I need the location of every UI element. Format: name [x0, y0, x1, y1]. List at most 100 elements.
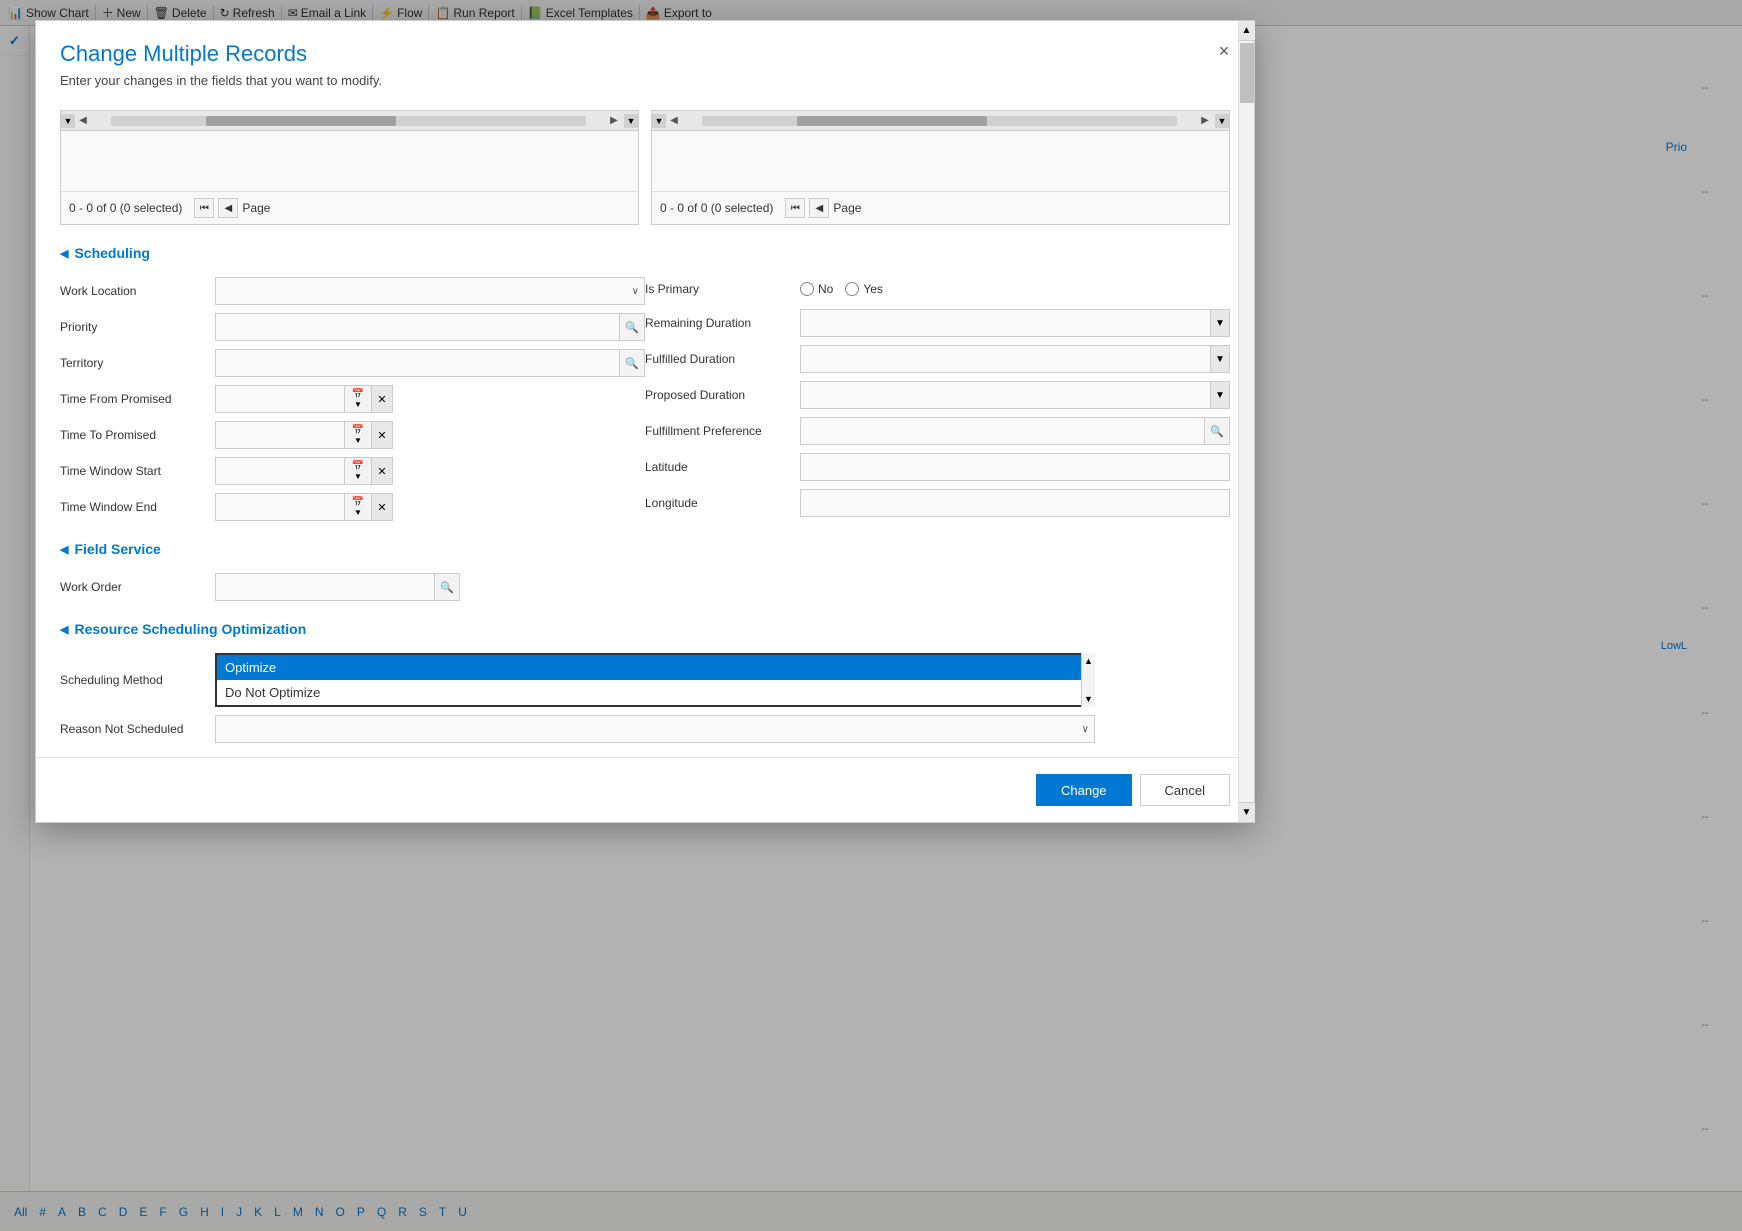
modal-close-button[interactable]: × [1210, 37, 1238, 65]
scheduling-left-col: Work Location ∨ Priority [60, 273, 645, 525]
right-first-page-btn[interactable]: ⏮ [785, 198, 805, 218]
priority-row: Priority 🔍 [60, 309, 645, 345]
is-primary-no-label: No [818, 282, 833, 296]
scheduling-method-control: Optimize Do Not Optimize ▲ ▼ [215, 653, 1230, 707]
time-window-end-label: Time Window End [60, 500, 215, 514]
reason-not-scheduled-label: Reason Not Scheduled [60, 722, 215, 736]
fulfilled-duration-dropdown-btn[interactable]: ▼ [1210, 345, 1230, 373]
remaining-duration-row: Remaining Duration ▼ [645, 305, 1230, 341]
longitude-input[interactable] [800, 489, 1230, 517]
scheduling-option-optimize[interactable]: Optimize [217, 655, 1093, 680]
remaining-duration-dropdown-btn[interactable]: ▼ [1210, 309, 1230, 337]
work-location-control: ∨ [215, 277, 645, 305]
work-order-input[interactable] [215, 573, 435, 601]
right-prev-page-btn[interactable]: ◀ [809, 198, 829, 218]
fulfilled-duration-control: ▼ [800, 345, 1230, 373]
scheduling-section-header[interactable]: ◀ Scheduling [60, 245, 1230, 261]
work-location-select[interactable] [215, 277, 645, 305]
time-window-start-input[interactable] [215, 457, 345, 485]
resource-scheduling-section-header[interactable]: ◀ Resource Scheduling Optimization [60, 621, 1230, 637]
right-scroll-right-arrow[interactable]: ▶ [1197, 113, 1213, 129]
right-panel-pagination: 0 - 0 of 0 (0 selected) ⏮ ◀ Page [652, 191, 1229, 224]
latitude-input[interactable] [800, 453, 1230, 481]
left-scroll-track[interactable] [111, 116, 586, 126]
is-primary-label: Is Primary [645, 282, 800, 296]
modal-title: Change Multiple Records [60, 41, 1230, 67]
left-panel-pagination: 0 - 0 of 0 (0 selected) ⏮ ◀ Page [61, 191, 638, 224]
proposed-duration-row: Proposed Duration ▼ [645, 377, 1230, 413]
scroll-left-arrow[interactable]: ◀ [75, 113, 91, 129]
proposed-duration-input[interactable] [800, 381, 1211, 409]
modal-scrollbar[interactable]: ▲ ▼ [1238, 21, 1254, 822]
right-scroll-left-arrow[interactable]: ◀ [666, 113, 682, 129]
modal-footer: Change Cancel [36, 757, 1254, 822]
chevron-down-icon: ▼ [1215, 354, 1225, 365]
right-page-label: Page [833, 201, 861, 215]
time-window-start-calendar-btn[interactable]: 📅 ▼ [344, 457, 372, 485]
right-scroll-side-left-icon: ▼ [655, 116, 664, 126]
scroll-side-right-btn[interactable]: ▼ [624, 114, 638, 128]
is-primary-yes-option[interactable]: Yes [845, 282, 883, 296]
fulfilled-duration-wrap: ▼ [800, 345, 1230, 373]
right-scroll-side-left-btn[interactable]: ▼ [652, 114, 666, 128]
scroll-side-left-icon: ▼ [64, 116, 73, 126]
time-window-start-clear-btn[interactable]: ✕ [371, 457, 393, 485]
change-button[interactable]: Change [1036, 774, 1132, 806]
scroll-right-arrow[interactable]: ▶ [606, 113, 622, 129]
fulfillment-preference-input[interactable] [800, 417, 1205, 445]
time-to-promised-input[interactable] [215, 421, 345, 449]
field-service-section-header[interactable]: ◀ Field Service [60, 541, 1230, 557]
time-from-promised-clear-btn[interactable]: ✕ [371, 385, 393, 413]
is-primary-yes-radio[interactable] [845, 282, 859, 296]
lookup-panel-right: ▼ ◀ ▶ ▼ 0 - 0 of 0 (0 selected) ⏮ [651, 110, 1230, 225]
longitude-control [800, 489, 1230, 517]
time-from-promised-calendar-btn[interactable]: 📅 ▼ [344, 385, 372, 413]
scheduling-option-do-not-optimize[interactable]: Do Not Optimize [217, 680, 1093, 705]
priority-lookup-btn[interactable]: 🔍 [619, 313, 645, 341]
proposed-duration-dropdown-btn[interactable]: ▼ [1210, 381, 1230, 409]
scheduling-method-dropdown[interactable]: Optimize Do Not Optimize [215, 653, 1095, 707]
territory-input[interactable] [215, 349, 620, 377]
reason-not-scheduled-select[interactable] [215, 715, 1095, 743]
cancel-button[interactable]: Cancel [1140, 774, 1230, 806]
fulfilled-duration-input[interactable] [800, 345, 1211, 373]
time-window-end-calendar-btn[interactable]: 📅 ▼ [344, 493, 372, 521]
time-window-end-row: Time Window End 📅 ▼ ✕ [60, 489, 645, 525]
left-prev-page-btn[interactable]: ◀ [218, 198, 238, 218]
clear-icon: ✕ [377, 429, 386, 442]
scheduling-method-row: Scheduling Method Optimize Do Not Optimi… [60, 649, 1230, 711]
lookup-area: ▼ ◀ ▶ ▼ 0 - 0 of 0 (0 selected) ⏮ [60, 110, 1230, 225]
left-scroll-thumb [206, 116, 396, 126]
time-from-promised-input[interactable] [215, 385, 345, 413]
is-primary-no-option[interactable]: No [800, 282, 833, 296]
priority-input[interactable] [215, 313, 620, 341]
is-primary-no-radio[interactable] [800, 282, 814, 296]
time-window-end-input[interactable] [215, 493, 345, 521]
territory-lookup-btn[interactable]: 🔍 [619, 349, 645, 377]
scroll-side-left-btn[interactable]: ▼ [61, 114, 75, 128]
left-first-page-btn[interactable]: ⏮ [194, 198, 214, 218]
fulfilled-duration-row: Fulfilled Duration ▼ [645, 341, 1230, 377]
left-panel-content [61, 131, 638, 191]
work-order-lookup-btn[interactable]: 🔍 [434, 573, 460, 601]
right-scroll-track[interactable] [702, 116, 1177, 126]
time-to-promised-calendar-btn[interactable]: 📅 ▼ [344, 421, 372, 449]
time-to-promised-label: Time To Promised [60, 428, 215, 442]
latitude-control [800, 453, 1230, 481]
fulfillment-preference-row: Fulfillment Preference 🔍 [645, 413, 1230, 449]
time-to-promised-date-group: 📅 ▼ ✕ [215, 421, 393, 449]
right-panel-scroll-top: ▼ ◀ ▶ ▼ [652, 111, 1229, 131]
scheduling-section-label: Scheduling [74, 245, 149, 261]
chevron-down-icon: ▼ [1215, 390, 1225, 401]
time-window-end-clear-btn[interactable]: ✕ [371, 493, 393, 521]
right-panel-content [652, 131, 1229, 191]
time-to-promised-clear-btn[interactable]: ✕ [371, 421, 393, 449]
time-from-promised-row: Time From Promised 📅 ▼ ✕ [60, 381, 645, 417]
right-scroll-side-right-btn[interactable]: ▼ [1215, 114, 1229, 128]
dropdown-scroll-down-btn[interactable]: ▼ [1082, 691, 1096, 707]
time-window-start-label: Time Window Start [60, 464, 215, 478]
fulfillment-preference-lookup-btn[interactable]: 🔍 [1204, 417, 1230, 445]
scrollbar-down-btn[interactable]: ▼ [1239, 802, 1255, 822]
remaining-duration-input[interactable] [800, 309, 1211, 337]
dropdown-scroll-up-btn[interactable]: ▲ [1082, 653, 1096, 669]
